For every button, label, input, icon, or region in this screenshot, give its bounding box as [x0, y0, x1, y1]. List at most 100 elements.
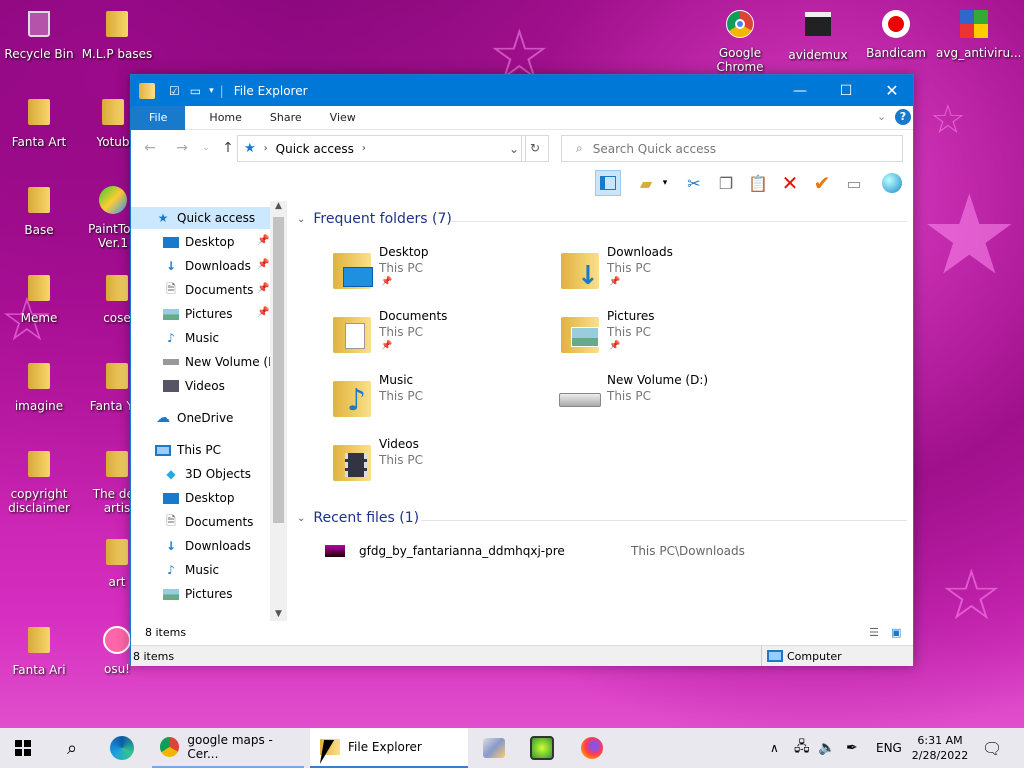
copy-icon[interactable]: ❐	[713, 170, 739, 196]
nav-item-onedrive[interactable]: ☁ OneDrive	[155, 407, 233, 429]
nav-scrollbar[interactable]: ▲ ▼	[270, 201, 287, 621]
tab-share[interactable]: Share	[256, 106, 316, 130]
details-view-icon[interactable]: ☰	[869, 626, 879, 639]
dropdown-icon[interactable]: ▾	[659, 170, 671, 196]
nav-item-documents[interactable]: 🗎 Documents	[163, 279, 253, 301]
desktop-icon-label: Base	[24, 223, 54, 237]
nav-item-pc-pictures[interactable]: Pictures	[163, 583, 233, 605]
desktop-icon-fanta-ari[interactable]: Fanta Ari	[1, 624, 77, 677]
refresh-button[interactable]: ↻	[521, 135, 549, 162]
scroll-down-icon[interactable]: ▼	[270, 609, 287, 619]
nav-item-pc-documents[interactable]: 🗎 Documents	[163, 511, 253, 533]
tab-home[interactable]: Home	[185, 106, 255, 130]
delete-icon[interactable]: ✕	[777, 170, 803, 196]
desktop-icon-avg-antivirus[interactable]: avg_antiviru...	[936, 8, 1022, 60]
explorer-taskbar-button[interactable]: File Explorer	[310, 728, 468, 768]
desktop-icon-base[interactable]: Base	[1, 184, 77, 237]
app-taskbar-icon[interactable]	[520, 728, 564, 768]
minimize-button[interactable]: —	[777, 75, 823, 106]
folder-tile-pictures[interactable]: Pictures This PC 📌	[559, 309, 779, 369]
desktop-icon-imagine[interactable]: imagine	[1, 360, 77, 413]
nav-item-new-volume[interactable]: New Volume (D:)	[163, 351, 286, 373]
item-count: 8 items	[145, 625, 187, 639]
scroll-up-icon[interactable]: ▲	[270, 201, 287, 211]
tab-file[interactable]: File	[131, 105, 186, 130]
volume-icon[interactable]: 🔈	[818, 728, 835, 768]
rename-icon[interactable]: ▭	[841, 170, 867, 196]
qat-dropdown-icon[interactable]: ▾	[209, 86, 214, 96]
help-icon[interactable]: ?	[895, 109, 911, 125]
pin-icon[interactable]: 📌	[257, 259, 269, 270]
pin-icon[interactable]: 📌	[257, 235, 269, 246]
clock[interactable]: 6:31 AM 2/28/2022	[910, 728, 970, 768]
firefox-taskbar-icon[interactable]	[570, 728, 614, 768]
navigation-pane-icon[interactable]	[595, 170, 621, 196]
desktop-icon-fanta-art[interactable]: Fanta Art	[1, 96, 77, 149]
chrome-taskbar-button[interactable]: google maps - Cer...	[152, 728, 304, 768]
large-icons-view-icon[interactable]: ▣	[891, 626, 901, 639]
recent-files-header[interactable]: ⌄ Recent files (1)	[297, 510, 419, 526]
expand-ribbon-icon[interactable]: ⌄	[877, 110, 886, 123]
pen-icon[interactable]: ✒	[846, 728, 858, 768]
desktop-icon-label: avidemux	[788, 48, 848, 62]
nav-item-quick-access[interactable]: ★ Quick access	[131, 207, 270, 229]
search-button[interactable]: ⌕	[50, 728, 94, 768]
new-folder-icon[interactable]: ▰	[633, 170, 659, 196]
show-hidden-icons[interactable]: ∧	[770, 728, 779, 768]
quick-access-star-icon: ★	[157, 211, 169, 225]
start-button[interactable]	[0, 728, 46, 768]
nav-item-downloads[interactable]: ↓ Downloads	[163, 255, 251, 277]
desktop-icon-bandicam[interactable]: Bandicam	[858, 8, 934, 60]
back-button[interactable]: ←	[139, 140, 161, 156]
desktop-icon-avidemux[interactable]: avidemux	[780, 8, 856, 62]
network-icon[interactable]: 🖧	[794, 728, 810, 768]
edge-taskbar-icon[interactable]	[100, 728, 144, 768]
quick-properties-icon[interactable]: ☑	[169, 84, 180, 98]
folder-tile-downloads[interactable]: ↓ Downloads This PC 📌	[559, 245, 779, 305]
folder-tile-videos[interactable]: Videos This PC	[331, 437, 551, 497]
drive-tile-new-volume[interactable]: New Volume (D:) This PC	[559, 373, 779, 433]
nav-item-pictures[interactable]: Pictures	[163, 303, 233, 325]
desktop-icon-copyright-disclaimer[interactable]: copyright disclaimer	[1, 448, 77, 515]
search-input[interactable]: ⌕ Search Quick access	[561, 135, 903, 162]
notifications-icon[interactable]: 🗨	[982, 728, 1002, 768]
nav-item-music[interactable]: ♪ Music	[163, 327, 219, 349]
folder-tile-documents[interactable]: Documents This PC 📌	[331, 309, 551, 369]
recent-locations-icon[interactable]: ⌄	[195, 143, 217, 153]
desktop-icon-mlp-bases[interactable]: M.L.P bases	[79, 8, 155, 61]
scroll-thumb[interactable]	[273, 217, 284, 523]
pin-icon[interactable]: 📌	[257, 283, 269, 294]
tab-view[interactable]: View	[316, 106, 370, 130]
nav-item-pc-music[interactable]: ♪ Music	[163, 559, 219, 581]
desktop-icon-recycle-bin[interactable]: Recycle Bin	[1, 8, 77, 61]
desktop-icon-meme[interactable]: Meme	[1, 272, 77, 325]
painttool-taskbar-icon[interactable]	[474, 728, 514, 768]
new-folder-icon[interactable]: ▭	[190, 84, 201, 98]
close-button[interactable]: ✕	[869, 75, 915, 106]
language-indicator[interactable]: ENG	[876, 728, 902, 768]
chevron-down-icon: ⌄	[297, 213, 306, 225]
document-icon: 🗎	[166, 513, 176, 528]
folder-tile-music[interactable]: ♪ Music This PC	[331, 373, 551, 433]
nav-item-videos[interactable]: Videos	[163, 375, 225, 397]
forward-button[interactable]: →	[171, 140, 193, 156]
nav-item-desktop[interactable]: Desktop	[163, 231, 235, 253]
desktop-icon-google-chrome[interactable]: Google Chrome	[702, 8, 778, 74]
paste-icon[interactable]: 📋	[745, 170, 771, 196]
frequent-folders-header[interactable]: ⌄ Frequent folders (7)	[297, 211, 452, 227]
properties-icon[interactable]	[879, 170, 905, 196]
folder-tile-desktop[interactable]: Desktop This PC 📌	[331, 245, 551, 305]
up-button[interactable]: ↑	[217, 140, 239, 156]
nav-item-pc-downloads[interactable]: ↓ Downloads	[163, 535, 251, 557]
address-bar[interactable]: ★ › Quick access › ⌄	[237, 135, 526, 162]
checkmark-icon[interactable]: ✔	[809, 170, 835, 196]
pin-icon[interactable]: 📌	[257, 307, 269, 318]
cut-icon[interactable]: ✂	[681, 170, 707, 196]
maximize-button[interactable]: ☐	[823, 75, 869, 106]
title-bar[interactable]: ☑ ▭ ▾ | File Explorer — ☐ ✕	[131, 75, 913, 106]
address-dropdown-icon[interactable]: ⌄	[509, 142, 519, 156]
recent-file-row[interactable]: gfdg_by_fantarianna_ddmhqxj-pre This PC\…	[325, 541, 905, 561]
nav-item-3d-objects[interactable]: ◆ 3D Objects	[163, 463, 251, 485]
nav-item-pc-desktop[interactable]: Desktop	[163, 487, 235, 509]
nav-item-this-pc[interactable]: This PC	[155, 439, 221, 461]
